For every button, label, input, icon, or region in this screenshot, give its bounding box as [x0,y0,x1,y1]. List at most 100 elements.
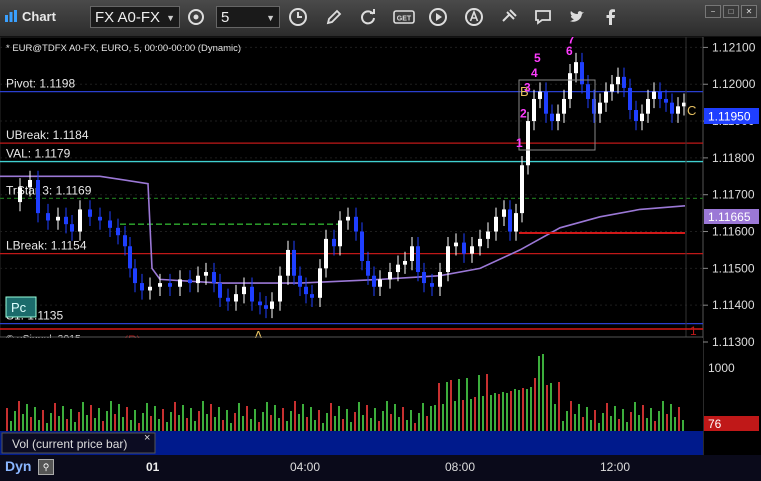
twitter-icon[interactable] [567,7,587,27]
candle-body [430,283,434,287]
volume-bar [330,403,332,431]
candle-body [378,279,382,287]
volume-bar [626,422,628,431]
candle-body [298,275,302,287]
candle-body [622,76,626,88]
price-pane[interactable] [0,37,704,338]
chevron-down-icon[interactable]: ▼ [166,7,175,29]
interval-chevron-icon[interactable]: ▼ [266,7,275,29]
volume-bar [266,402,268,431]
close-button[interactable]: ✕ [741,5,757,18]
candle-body [646,98,650,114]
candle-body [396,264,400,273]
volume-bar [194,421,196,431]
volume-bar [146,403,148,431]
window-title: Chart [4,9,56,24]
price-tick-label: 1.12100 [712,40,756,54]
candle-body [634,110,638,122]
candle-body [544,91,548,114]
volume-bar [370,418,372,431]
volume-bar [386,401,388,431]
volume-bar [570,401,572,431]
comment-icon[interactable] [533,7,553,27]
volume-bar [54,403,56,431]
volume-bar [454,401,456,431]
volume-bar [314,420,316,431]
refresh-icon[interactable] [358,7,378,27]
volume-bar [374,408,376,431]
pencil-icon[interactable] [324,7,344,27]
volume-pane[interactable] [0,338,703,431]
candle-body [278,275,282,302]
candle-body [196,275,200,284]
get-icon[interactable]: GET [393,7,415,27]
minimize-button[interactable]: − [705,5,721,18]
setup-count-label: 1 [516,136,523,150]
mode-label[interactable]: Dyn [5,458,31,474]
setup-count-label: 3 [524,81,531,95]
candle-body [403,260,407,265]
time-label-2: 08:00 [445,460,476,474]
volume-bar [506,393,508,431]
volume-bar [530,387,532,431]
volume-bar [362,415,364,431]
candle-body [454,242,458,247]
volume-bar [662,401,664,431]
setup-count-label: 5 [534,51,541,65]
volume-bar [238,403,240,431]
candle-body [538,91,542,99]
volume-bar [482,396,484,431]
volume-bar [462,400,464,431]
play-icon[interactable] [428,7,448,27]
volume-bar [514,389,516,431]
volume-bar [306,417,308,431]
volume-bar [394,404,396,431]
candle-body [78,209,82,232]
volume-bar [202,401,204,431]
facebook-icon[interactable] [601,7,621,27]
volume-bar [106,411,108,431]
volume-bar [90,405,92,431]
link-icon[interactable] [499,7,519,27]
interval-input[interactable]: 5 ▼ [216,6,280,28]
lock-icon[interactable]: ⚲ [38,459,54,475]
maximize-button[interactable]: □ [723,5,739,18]
volume-bar [654,421,656,431]
candle-body [664,98,668,103]
volume-bar [86,415,88,431]
volume-tick: 1000 [708,361,735,375]
volume-bar [358,402,360,431]
volume-bar [170,412,172,431]
volume-bar [174,402,176,431]
volume-bar [190,408,192,431]
candle-body [438,272,442,287]
candle-body [212,272,216,284]
time-label-3: 12:00 [600,460,631,474]
candle-body [658,91,662,99]
price-tick-label: 1.11400 [712,298,755,312]
candle-body [508,209,512,232]
candle-body [338,220,342,247]
study-close-icon[interactable]: × [144,432,150,444]
candle-body [470,246,474,254]
volume-bar [602,413,604,431]
volume-bar [38,420,40,431]
candle-body [502,209,506,217]
time-label-1: 04:00 [290,460,321,474]
font-icon[interactable] [464,7,484,27]
candle-body [168,283,172,287]
volume-bar [538,356,540,431]
volume-bar [158,419,160,431]
gear-icon[interactable] [186,7,206,27]
volume-bar [322,423,324,431]
chart-canvas[interactable]: Pivot: 1.1198UBreak: 1.1184VAL: 1.1179Tr… [0,37,761,455]
symbol-input[interactable]: FX A0-FX ▼ [90,6,180,28]
candle-body [616,76,620,85]
volume-bar [682,420,684,431]
candle-body [446,246,450,273]
clock-icon[interactable] [288,7,308,27]
candle-body [128,246,132,269]
volume-bar [218,407,220,431]
candle-body [56,216,60,221]
volume-bar [418,413,420,431]
